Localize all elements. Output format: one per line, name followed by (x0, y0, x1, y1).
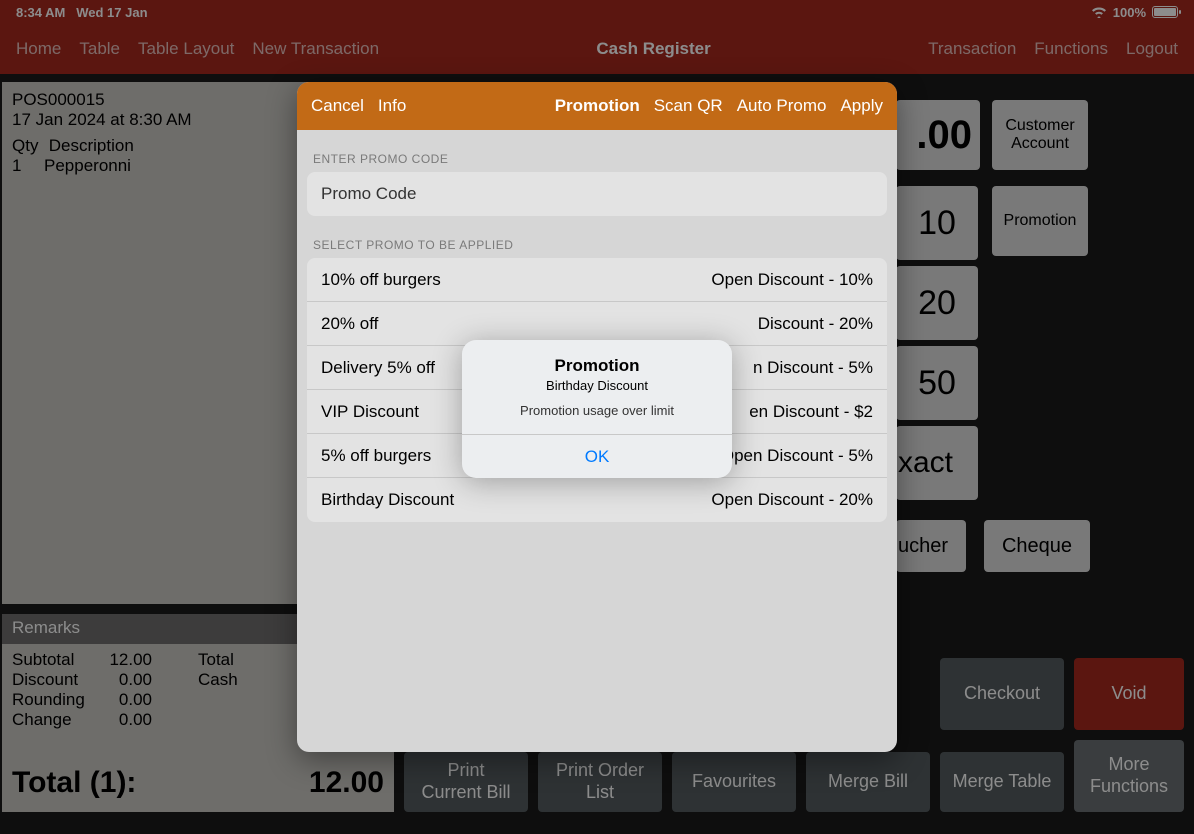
promo-code-placeholder: Promo Code (321, 184, 416, 204)
cancel-button[interactable]: Cancel (311, 96, 364, 116)
tab-scan-qr[interactable]: Scan QR (654, 96, 723, 116)
promo-code-input[interactable]: Promo Code (307, 172, 887, 216)
tab-promotion[interactable]: Promotion (555, 96, 640, 116)
promo-item[interactable]: 10% off burgersOpen Discount - 10% (307, 258, 887, 302)
apply-button[interactable]: Apply (840, 96, 883, 116)
alert-message: Promotion usage over limit (462, 403, 732, 434)
alert-title: Promotion (462, 340, 732, 376)
promo-item[interactable]: Birthday DiscountOpen Discount - 20% (307, 478, 887, 522)
tab-auto-promo[interactable]: Auto Promo (737, 96, 827, 116)
section-enter-code: ENTER PROMO CODE (297, 130, 897, 172)
section-select-promo: SELECT PROMO TO BE APPLIED (297, 216, 897, 258)
alert-dialog: Promotion Birthday Discount Promotion us… (462, 340, 732, 478)
info-button[interactable]: Info (378, 96, 406, 116)
alert-subtitle: Birthday Discount (462, 376, 732, 403)
popover-toolbar: Cancel Info Promotion Scan QR Auto Promo… (297, 82, 897, 130)
alert-ok-button[interactable]: OK (462, 434, 732, 478)
